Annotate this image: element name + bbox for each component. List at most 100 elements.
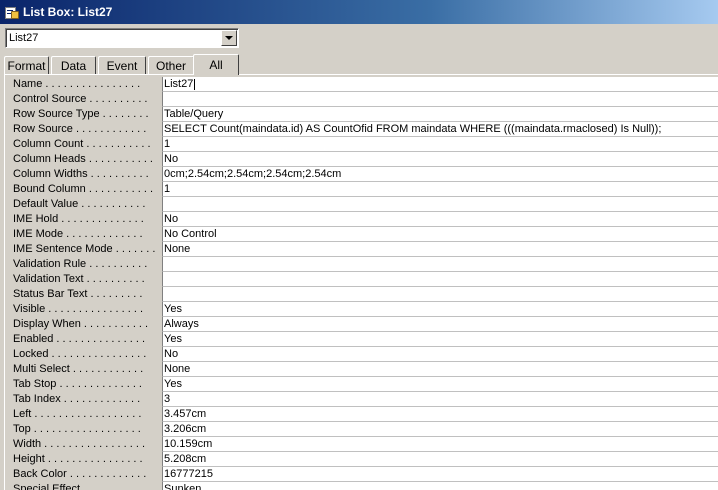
property-value[interactable]: None [162, 242, 718, 257]
property-row[interactable]: Default Value . . . . . . . . . . . [8, 197, 718, 212]
property-row[interactable]: Tab Stop . . . . . . . . . . . . . . Yes [8, 377, 718, 392]
property-value[interactable]: No [162, 212, 718, 227]
tab-other[interactable]: Other [148, 56, 194, 74]
property-name[interactable]: Control Source . . . . . . . . . . [8, 92, 162, 107]
property-name[interactable]: Validation Rule . . . . . . . . . . [8, 257, 162, 272]
tab-all[interactable]: All [193, 54, 239, 75]
property-row[interactable]: Row Source Type . . . . . . . . Table/Que… [8, 107, 718, 122]
text-caret [194, 78, 196, 90]
chevron-down-icon [225, 36, 233, 40]
property-name[interactable]: Column Heads . . . . . . . . . . . [8, 152, 162, 167]
property-row[interactable]: Height . . . . . . . . . . . . . . . . 5.… [8, 452, 718, 467]
property-name[interactable]: Tab Index . . . . . . . . . . . . . [8, 392, 162, 407]
property-value[interactable]: Always [162, 317, 718, 332]
property-name[interactable]: Row Source . . . . . . . . . . . . [8, 122, 162, 137]
property-value[interactable]: 1 [162, 137, 718, 152]
property-value[interactable]: 10.159cm [162, 437, 718, 452]
property-name[interactable]: Enabled . . . . . . . . . . . . . . . [8, 332, 162, 347]
property-value[interactable] [162, 272, 718, 287]
property-value[interactable]: No Control [162, 227, 718, 242]
property-name[interactable]: Locked . . . . . . . . . . . . . . . . [8, 347, 162, 362]
property-row[interactable]: Name . . . . . . . . . . . . . . . . List… [8, 77, 718, 92]
property-row[interactable]: Column Count . . . . . . . . . . .1 [8, 137, 718, 152]
dropdown-button[interactable] [221, 30, 237, 46]
property-name[interactable]: Display When . . . . . . . . . . . [8, 317, 162, 332]
property-value[interactable]: 3.457cm [162, 407, 718, 422]
property-row[interactable]: Back Color . . . . . . . . . . . . . 1677… [8, 467, 718, 482]
property-row[interactable]: Special Effect . . . . . . . . . . . Sunk… [8, 482, 718, 490]
property-row[interactable]: Tab Index . . . . . . . . . . . . .3 [8, 392, 718, 407]
property-value[interactable]: SELECT Count(maindata.id) AS CountOfid F… [162, 122, 718, 137]
property-row[interactable]: Left . . . . . . . . . . . . . . . . . .… [8, 407, 718, 422]
property-name[interactable]: IME Sentence Mode . . . . . . . [8, 242, 162, 257]
property-name[interactable]: Top . . . . . . . . . . . . . . . . . . [8, 422, 162, 437]
property-name[interactable]: Default Value . . . . . . . . . . . [8, 197, 162, 212]
property-row[interactable]: IME Hold . . . . . . . . . . . . . . No [8, 212, 718, 227]
property-value-text: Yes [164, 303, 182, 315]
property-name[interactable]: Special Effect . . . . . . . . . . . [8, 482, 162, 490]
property-value[interactable]: Table/Query [162, 107, 718, 122]
property-value-text: No [164, 213, 179, 225]
property-value[interactable] [162, 92, 718, 107]
property-value[interactable] [162, 287, 718, 302]
property-name[interactable]: Status Bar Text . . . . . . . . . [8, 287, 162, 302]
property-value[interactable] [162, 197, 718, 212]
property-row[interactable]: Locked . . . . . . . . . . . . . . . . No [8, 347, 718, 362]
property-value[interactable]: None [162, 362, 718, 377]
property-value[interactable]: No [162, 152, 718, 167]
property-name[interactable]: Visible . . . . . . . . . . . . . . . . [8, 302, 162, 317]
property-row[interactable]: IME Mode . . . . . . . . . . . . . No Con… [8, 227, 718, 242]
property-name[interactable]: Back Color . . . . . . . . . . . . . [8, 467, 162, 482]
property-name[interactable]: Name . . . . . . . . . . . . . . . . [8, 77, 162, 92]
property-row[interactable]: Bound Column . . . . . . . . . . .1 [8, 182, 718, 197]
property-name[interactable]: Tab Stop . . . . . . . . . . . . . . [8, 377, 162, 392]
property-name[interactable]: Bound Column . . . . . . . . . . . [8, 182, 162, 197]
property-name[interactable]: Validation Text . . . . . . . . . . [8, 272, 162, 287]
property-row[interactable]: Control Source . . . . . . . . . . [8, 92, 718, 107]
property-value[interactable]: 0cm;2.54cm;2.54cm;2.54cm;2.54cm [162, 167, 718, 182]
property-row[interactable]: IME Sentence Mode . . . . . . . None [8, 242, 718, 257]
property-row[interactable]: Visible . . . . . . . . . . . . . . . .Y… [8, 302, 718, 317]
property-row[interactable]: Multi Select . . . . . . . . . . . . None [8, 362, 718, 377]
property-name[interactable]: IME Mode . . . . . . . . . . . . . [8, 227, 162, 242]
property-row[interactable]: Validation Rule . . . . . . . . . . [8, 257, 718, 272]
property-row[interactable]: Display When . . . . . . . . . . . Always [8, 317, 718, 332]
tab-format[interactable]: Format [4, 56, 49, 74]
property-name[interactable]: Multi Select . . . . . . . . . . . . [8, 362, 162, 377]
object-selector[interactable]: List27 [5, 28, 239, 48]
property-value[interactable]: 16777215 [162, 467, 718, 482]
property-value[interactable]: Sunken [162, 482, 718, 490]
property-value-text: Yes [164, 378, 182, 390]
property-value[interactable]: 5.208cm [162, 452, 718, 467]
property-value[interactable]: No [162, 347, 718, 362]
property-value[interactable]: Yes [162, 377, 718, 392]
property-value-text: No [164, 348, 179, 360]
property-name[interactable]: Column Widths . . . . . . . . . . [8, 167, 162, 182]
tab-data[interactable]: Data [51, 56, 96, 74]
property-name[interactable]: Left . . . . . . . . . . . . . . . . . . [8, 407, 162, 422]
property-value[interactable]: 3.206cm [162, 422, 718, 437]
property-name[interactable]: Column Count . . . . . . . . . . . [8, 137, 162, 152]
property-value[interactable]: Yes [162, 302, 718, 317]
property-value[interactable]: List27 [162, 77, 718, 92]
property-row[interactable]: Row Source . . . . . . . . . . . . SELECT… [8, 122, 718, 137]
property-value[interactable]: 1 [162, 182, 718, 197]
property-row[interactable]: Validation Text . . . . . . . . . . [8, 272, 718, 287]
property-row[interactable]: Enabled . . . . . . . . . . . . . . . Yes [8, 332, 718, 347]
title-bar[interactable]: List Box: List27 [0, 0, 718, 24]
property-row[interactable]: Column Widths . . . . . . . . . . 0cm;2.5… [8, 167, 718, 182]
property-name[interactable]: Height . . . . . . . . . . . . . . . . [8, 452, 162, 467]
property-value-text: 1 [164, 138, 171, 150]
property-value-text: 3.206cm [164, 423, 207, 435]
property-value[interactable]: 3 [162, 392, 718, 407]
tab-event[interactable]: Event [98, 56, 146, 74]
property-name[interactable]: Width . . . . . . . . . . . . . . . . . [8, 437, 162, 452]
property-name[interactable]: IME Hold . . . . . . . . . . . . . . [8, 212, 162, 227]
property-name[interactable]: Row Source Type . . . . . . . . [8, 107, 162, 122]
property-value[interactable]: Yes [162, 332, 718, 347]
property-value[interactable] [162, 257, 718, 272]
property-row[interactable]: Column Heads . . . . . . . . . . . No [8, 152, 718, 167]
property-row[interactable]: Top . . . . . . . . . . . . . . . . . .3… [8, 422, 718, 437]
property-row[interactable]: Width . . . . . . . . . . . . . . . . .1… [8, 437, 718, 452]
property-row[interactable]: Status Bar Text . . . . . . . . . [8, 287, 718, 302]
